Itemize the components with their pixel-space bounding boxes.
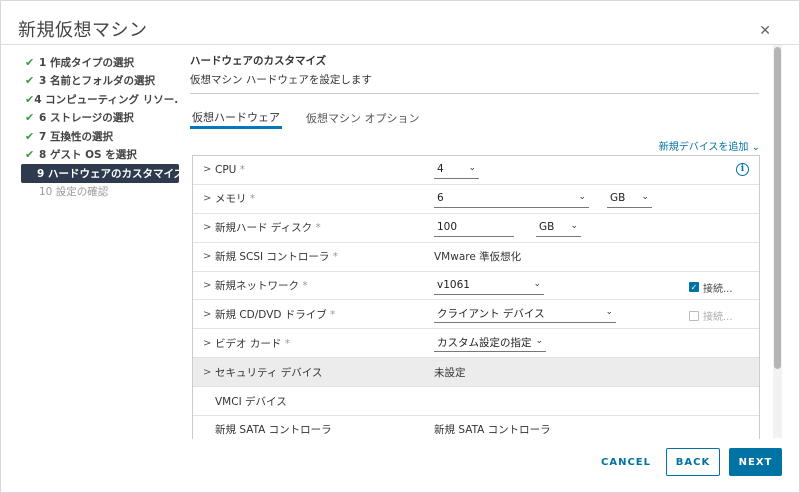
row-video-card: > ビデオ カード * カスタム設定の指定 ⌄ — [193, 329, 759, 359]
step-name-folder[interactable]: ✔ 3 名前とフォルダの選択 — [21, 72, 179, 91]
wizard-steps: ✔ 1 作成タイプの選択 ✔ 3 名前とフォルダの選択 ✔ 4 コンピューティング リ… — [21, 53, 179, 201]
chevron-right-icon[interactable]: > — [203, 309, 211, 320]
row-cd-dvd-drive: > 新規 CD/DVD ドライブ * クライアント デバイス ⌄ 接続... — [193, 300, 759, 330]
cdrom-connect-checkbox: 接続... — [689, 308, 733, 323]
sata-value: 新規 SATA コントローラ — [434, 424, 551, 437]
memory-unit-select[interactable]: GB ⌄ — [607, 190, 652, 208]
sata-label: 新規 SATA コントローラ — [215, 424, 332, 437]
required-mark: * — [330, 308, 336, 321]
network-select[interactable]: v1061 ⌄ — [434, 277, 544, 295]
chevron-down-icon: ⌄ — [468, 162, 476, 173]
row-sata-controller: 新規 SATA コントローラ 新規 SATA コントローラ — [193, 416, 759, 439]
dialog-title: 新規仮想マシン — [18, 20, 148, 41]
required-mark: * — [302, 280, 308, 292]
cancel-button[interactable]: CANCEL — [594, 448, 658, 476]
vmci-label: VMCI デバイス — [215, 395, 287, 408]
row-memory: > メモリ * 6 ⌄ GB ⌄ — [193, 185, 759, 214]
network-connect-checkbox[interactable]: ✓ 接続... — [689, 280, 733, 295]
disk-size-input[interactable]: 100 — [434, 219, 514, 237]
chevron-right-icon[interactable]: > — [203, 367, 211, 378]
tab-virtual-hardware[interactable]: 仮想ハードウェア — [190, 107, 282, 129]
required-mark: * — [315, 222, 321, 235]
checkmark-icon: ✔ — [25, 148, 35, 162]
video-label: ビデオ カード — [215, 337, 282, 350]
row-scsi-controller: > 新規 SCSI コントローラ * VMware 準仮想化 — [193, 243, 759, 272]
step-storage[interactable]: ✔ 6 ストレージの選択 — [21, 109, 179, 128]
chevron-right-icon[interactable]: > — [203, 193, 211, 204]
row-cpu: > CPU * 4 ⌄ i — [193, 156, 759, 185]
next-button[interactable]: NEXT — [729, 448, 782, 476]
section-title: ハードウェアのカスタマイズ — [190, 55, 327, 67]
info-icon[interactable]: i — [736, 163, 749, 176]
required-mark: * — [332, 251, 339, 264]
scrollbar-thumb[interactable] — [774, 47, 781, 369]
disk-unit-select[interactable]: GB ⌄ — [536, 219, 581, 237]
row-network: > 新規ネットワーク * v1061 ⌄ ✓ 接続... — [193, 272, 759, 301]
chevron-down-icon: ⌄ — [570, 220, 578, 231]
chevron-right-icon[interactable]: > — [203, 251, 211, 262]
chevron-down-icon: ⌄ — [578, 191, 586, 202]
security-value: 未設定 — [434, 366, 466, 379]
row-vmci-device: VMCI デバイス — [193, 387, 759, 417]
video-select[interactable]: カスタム設定の指定 ⌄ — [434, 334, 546, 353]
chevron-down-icon: ⌄ — [605, 307, 613, 318]
tab-bar: 仮想ハードウェア 仮想マシン オプション — [190, 107, 444, 131]
close-icon[interactable]: ✕ — [759, 23, 771, 39]
add-new-device-button[interactable]: 新規デバイスを追加 ⌄ — [659, 138, 760, 153]
network-label: 新規ネットワーク — [215, 280, 299, 292]
dialog-header: 新規仮想マシン ✕ — [1, 1, 800, 45]
chevron-right-icon[interactable]: > — [203, 338, 211, 349]
dialog-footer: CANCEL BACK NEXT — [1, 438, 800, 493]
checkmark-icon: ✔ — [25, 129, 35, 143]
checkmark-icon: ✔ — [25, 74, 35, 88]
cdrom-select[interactable]: クライアント デバイス ⌄ — [434, 305, 616, 324]
step-customize-hardware[interactable]: 9 ハードウェアのカスタマイズ — [21, 164, 179, 183]
chevron-down-icon: ⌄ — [533, 278, 541, 289]
memory-label: メモリ — [215, 193, 247, 206]
cpu-select[interactable]: 4 ⌄ — [434, 161, 479, 179]
step-guest-os[interactable]: ✔ 8 ゲスト OS を選択 — [21, 146, 179, 165]
memory-select[interactable]: 6 ⌄ — [434, 190, 589, 208]
scrollbar[interactable] — [773, 45, 782, 438]
required-mark: * — [239, 163, 245, 176]
chevron-right-icon[interactable]: > — [203, 280, 211, 291]
row-hard-disk: > 新規ハード ディスク * 100 GB ⌄ — [193, 214, 759, 243]
back-button[interactable]: BACK — [666, 448, 720, 476]
scsi-label: 新規 SCSI コントローラ — [215, 251, 330, 264]
security-label: セキュリティ デバイス — [215, 366, 323, 379]
tab-vm-options[interactable]: 仮想マシン オプション — [304, 107, 422, 129]
required-mark: * — [284, 337, 290, 350]
chevron-down-icon: ⌄ — [641, 191, 649, 202]
required-mark: * — [249, 193, 256, 206]
scsi-value: VMware 準仮想化 — [434, 251, 522, 264]
row-security-device[interactable]: > セキュリティ デバイス 未設定 — [193, 358, 759, 388]
checkmark-icon: ✔ — [25, 111, 35, 125]
main-content: ハードウェアのカスタマイズ 仮想マシン ハードウェアを設定します 仮想ハードウェ… — [190, 53, 760, 439]
hardware-table: > CPU * 4 ⌄ i > メモリ * 6 ⌄ GB ⌄ > 新規ハード デ… — [192, 155, 760, 439]
chevron-right-icon[interactable]: > — [203, 222, 211, 233]
new-vm-dialog: 新規仮想マシン ✕ ✔ 1 作成タイプの選択 ✔ 3 名前とフォルダの選択 ✔ 4 コ… — [0, 0, 800, 493]
checkmark-icon: ✔ — [25, 92, 35, 106]
checkmark-icon: ✔ — [25, 55, 35, 69]
disk-label: 新規ハード ディスク — [215, 222, 313, 235]
step-compute-resource[interactable]: ✔ 4 コンピューティング リソー... — [21, 90, 179, 109]
chevron-right-icon[interactable]: > — [203, 164, 211, 175]
step-compatibility[interactable]: ✔ 7 互換性の選択 — [21, 127, 179, 146]
step-ready-to-complete: 10 設定の確認 — [39, 186, 109, 199]
chevron-down-icon: ⌄ — [535, 336, 543, 347]
section-subtitle: 仮想マシン ハードウェアを設定します — [190, 72, 759, 94]
cdrom-label: 新規 CD/DVD ドライブ — [215, 308, 327, 321]
step-creation-type[interactable]: ✔ 1 作成タイプの選択 — [21, 53, 179, 72]
cpu-label: CPU — [215, 163, 237, 176]
checkmark-icon: ✓ — [689, 282, 699, 293]
